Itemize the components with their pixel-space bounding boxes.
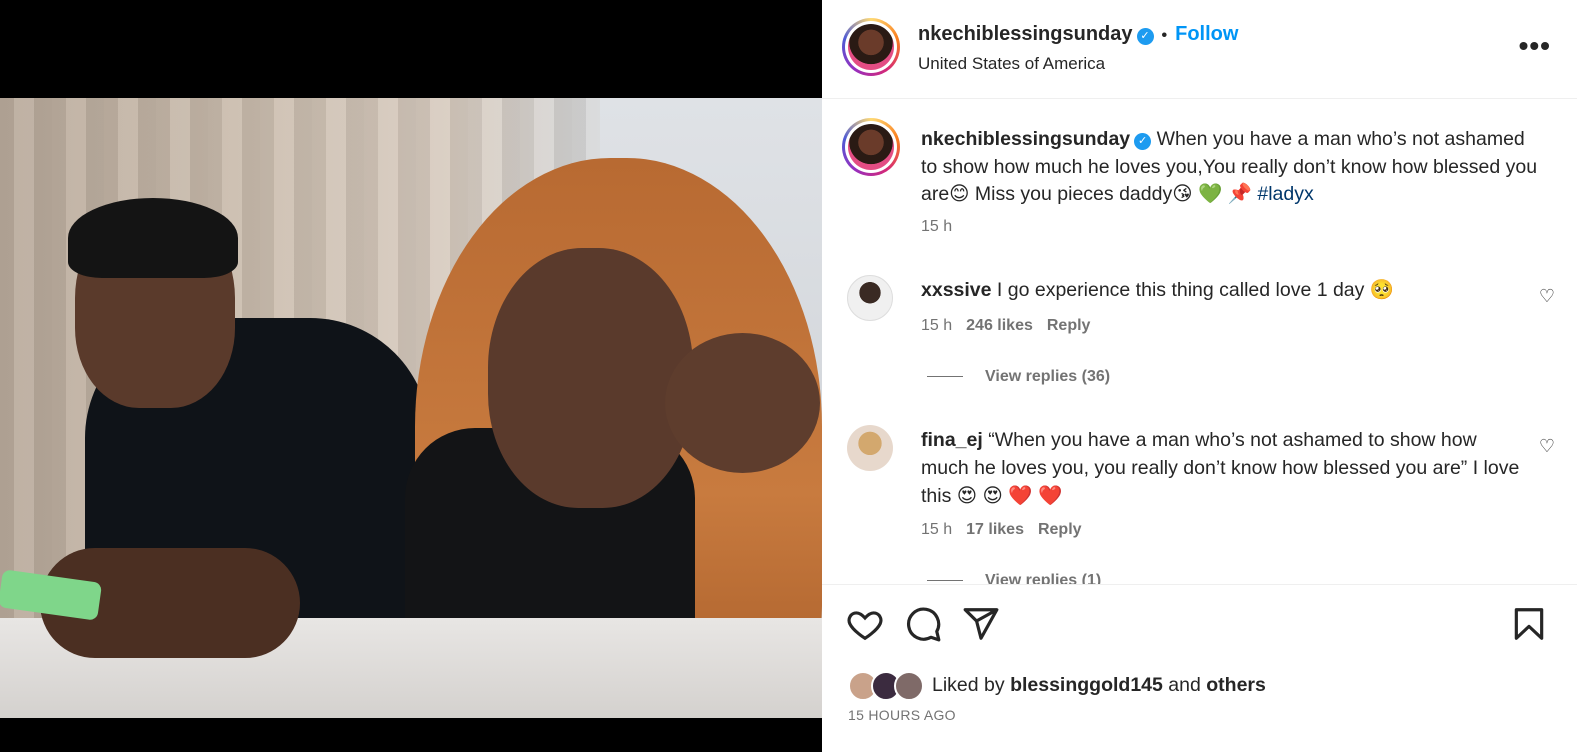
- post-timestamp[interactable]: 15 HOURS AGO: [848, 707, 956, 723]
- separator-dot: •: [1161, 27, 1168, 44]
- liked-by-others[interactable]: others: [1206, 674, 1266, 696]
- like-heart-icon[interactable]: [846, 605, 884, 643]
- reply-button[interactable]: Reply: [1038, 521, 1082, 538]
- liked-by-user[interactable]: blessinggold145: [1010, 674, 1163, 696]
- hashtag-link[interactable]: #ladyx: [1257, 183, 1313, 205]
- post-details-panel: nkechiblessingsunday ✓ • Follow United Stat…: [822, 0, 1577, 752]
- instagram-post-window: nkechiblessingsunday ✓ • Follow United Stat…: [0, 0, 1577, 752]
- comment-time[interactable]: 15 h: [921, 317, 952, 334]
- view-replies-line: [927, 580, 963, 582]
- caption-username[interactable]: nkechiblessingsunday: [921, 128, 1130, 150]
- liked-by-summary: Liked by blessinggold145 and others: [848, 671, 1266, 701]
- caption-author-avatar[interactable]: [842, 118, 900, 176]
- comment-item: xxssive I go experience this thing calle…: [921, 276, 1521, 304]
- post-media[interactable]: [0, 0, 822, 752]
- comment-item: fina_ej “When you have a man who’s not a…: [921, 426, 1521, 510]
- comment-time[interactable]: 15 h: [921, 521, 952, 538]
- comment-meta: 15 h 246 likes Reply: [921, 317, 1090, 335]
- author-line: nkechiblessingsunday ✓ • Follow: [918, 23, 1238, 46]
- comment-avatar[interactable]: [847, 425, 893, 471]
- save-bookmark-icon[interactable]: [1510, 605, 1548, 643]
- comment-like-icon[interactable]: ♡: [1539, 286, 1555, 307]
- view-replies-label: View replies (1): [985, 572, 1102, 584]
- comment-username[interactable]: xxssive: [921, 279, 992, 301]
- comment-likes[interactable]: 17 likes: [966, 521, 1024, 538]
- post-caption: nkechiblessingsunday ✓ When you have a ma…: [921, 126, 1541, 209]
- comment-bubble-icon[interactable]: [904, 605, 942, 643]
- comments-section[interactable]: nkechiblessingsunday ✓ When you have a ma…: [822, 100, 1577, 584]
- post-actions-bar: Liked by blessinggold145 and others 15 H…: [822, 584, 1577, 752]
- comment-username[interactable]: fina_ej: [921, 429, 983, 451]
- man-figure-hair: [68, 198, 238, 278]
- comment-avatar[interactable]: [847, 275, 893, 321]
- view-replies-label: View replies (36): [985, 368, 1111, 385]
- author-avatar[interactable]: [842, 18, 900, 76]
- post-location[interactable]: United States of America: [918, 54, 1105, 74]
- post-photo[interactable]: [0, 98, 822, 718]
- liked-by-prefix: Liked by: [932, 674, 1005, 697]
- view-replies-button[interactable]: View replies (36): [927, 368, 1110, 386]
- author-username[interactable]: nkechiblessingsunday: [918, 23, 1133, 45]
- comment-likes[interactable]: 246 likes: [966, 317, 1033, 334]
- verified-badge-icon: ✓: [1136, 28, 1154, 45]
- reply-button[interactable]: Reply: [1047, 317, 1091, 334]
- liked-by-and: and: [1168, 674, 1201, 697]
- share-send-icon[interactable]: [962, 605, 1000, 643]
- caption-timestamp[interactable]: 15 h: [921, 218, 952, 236]
- comment-meta: 15 h 17 likes Reply: [921, 521, 1082, 539]
- woman-figure-face: [488, 248, 693, 508]
- view-replies-line: [927, 376, 963, 378]
- comment-text: “When you have a man who’s not ashamed t…: [921, 429, 1520, 507]
- post-header: nkechiblessingsunday ✓ • Follow United Stat…: [822, 0, 1577, 99]
- comment-text: I go experience this thing called love 1…: [996, 279, 1395, 301]
- comment-like-icon[interactable]: ♡: [1539, 436, 1555, 457]
- follow-button[interactable]: Follow: [1175, 23, 1238, 45]
- likers-avatars[interactable]: [848, 671, 924, 701]
- verified-badge-icon: ✓: [1134, 133, 1152, 150]
- view-replies-button[interactable]: View replies (1): [927, 572, 1101, 584]
- more-options-icon[interactable]: •••: [1519, 30, 1551, 62]
- woman-figure-hand: [665, 333, 820, 473]
